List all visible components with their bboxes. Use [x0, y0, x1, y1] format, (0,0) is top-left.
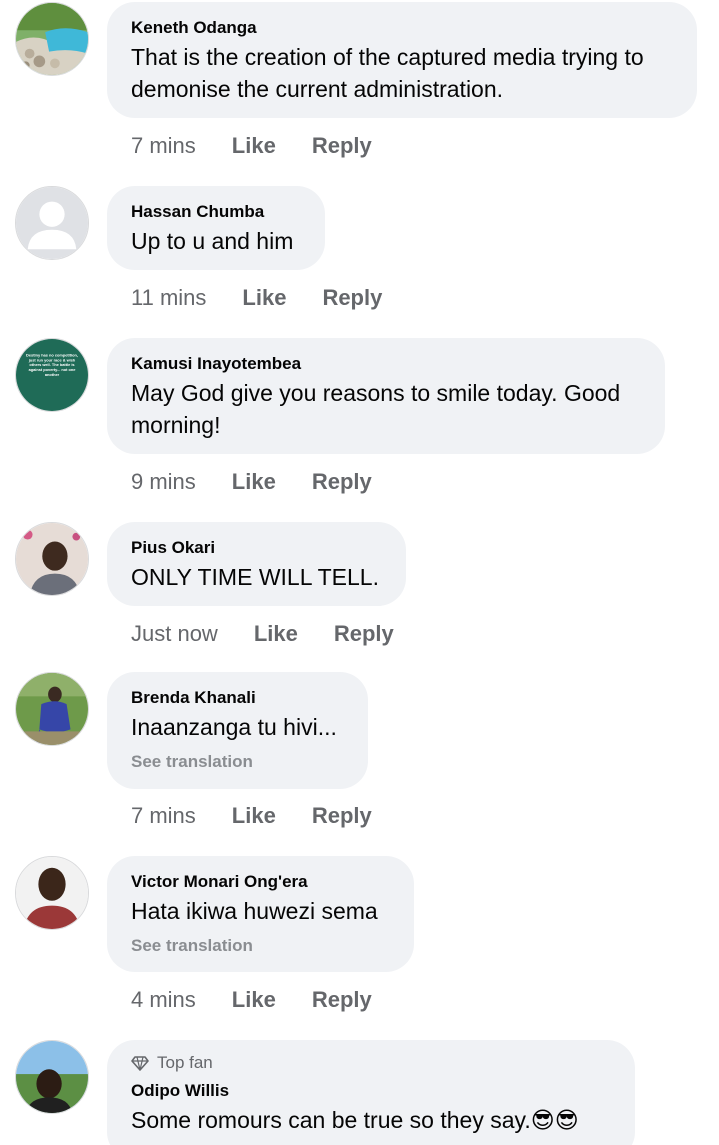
comment-author[interactable]: Odipo Willis: [131, 1080, 611, 1102]
comment-bubble: Victor Monari Ong'era Hata ikiwa huwezi …: [107, 856, 414, 972]
like-button[interactable]: Like: [232, 986, 276, 1014]
like-button[interactable]: Like: [232, 132, 276, 160]
comment-bubble: Kamusi Inayotembea May God give you reas…: [107, 338, 665, 454]
comment-time[interactable]: 4 mins: [131, 986, 196, 1014]
comment-bubble: Top fan Odipo Willis Some romours can be…: [107, 1040, 635, 1145]
comment-text: Some romours can be true so they say.😎😎: [131, 1104, 611, 1137]
comment-actions: 9 mins Like Reply: [131, 468, 372, 496]
top-fan-label: Top fan: [157, 1053, 213, 1072]
avatar[interactable]: Destiny has no competition, just run you…: [15, 338, 89, 412]
see-translation-link[interactable]: See translation: [131, 935, 390, 957]
comment-actions: 7 mins Like Reply: [131, 132, 372, 160]
avatar[interactable]: [15, 186, 89, 260]
reply-button[interactable]: Reply: [312, 468, 372, 496]
sunglasses-emoji: 😎😎: [530, 1108, 579, 1134]
comment-time[interactable]: 7 mins: [131, 802, 196, 830]
comment-time[interactable]: 7 mins: [131, 132, 196, 160]
comment-text: Up to u and him: [131, 228, 294, 254]
comment-text: ONLY TIME WILL TELL.: [131, 564, 379, 590]
comment-author[interactable]: Keneth Odanga: [131, 17, 673, 39]
comment-actions: 7 mins Like Reply: [131, 802, 372, 830]
avatar[interactable]: [15, 856, 89, 930]
comment-text: Hata ikiwa huwezi sema: [131, 898, 378, 924]
like-button[interactable]: Like: [254, 620, 298, 648]
reply-button[interactable]: Reply: [312, 986, 372, 1014]
reply-button[interactable]: Reply: [312, 132, 372, 160]
avatar[interactable]: [15, 1040, 89, 1114]
comment-actions: 4 mins Like Reply: [131, 986, 372, 1014]
profile-photo-avatar-icon: [16, 673, 88, 745]
diamond-icon: [131, 1056, 149, 1071]
avatar[interactable]: [15, 522, 89, 596]
like-button[interactable]: Like: [232, 468, 276, 496]
comment-bubble: Keneth Odanga That is the creation of th…: [107, 2, 697, 118]
see-translation-link[interactable]: See translation: [131, 751, 344, 773]
like-button[interactable]: Like: [232, 802, 276, 830]
comment-author[interactable]: Victor Monari Ong'era: [131, 871, 390, 893]
avatar[interactable]: [15, 672, 89, 746]
reply-button[interactable]: Reply: [334, 620, 394, 648]
comment-bubble: Hassan Chumba Up to u and him: [107, 186, 325, 270]
comment-text: May God give you reasons to smile today.…: [131, 380, 621, 438]
landscape-photo-avatar-icon: [16, 3, 88, 75]
comment-bubble: Brenda Khanali Inaanzanga tu hivi... See…: [107, 672, 368, 789]
profile-photo-avatar-icon: [16, 857, 88, 929]
comment-time[interactable]: 11 mins: [131, 284, 206, 312]
comment-bubble: Pius Okari ONLY TIME WILL TELL.: [107, 522, 406, 606]
reply-button[interactable]: Reply: [312, 802, 372, 830]
comment-author[interactable]: Hassan Chumba: [131, 201, 301, 223]
reply-button[interactable]: Reply: [322, 284, 382, 312]
avatar-quote-text: Destiny has no competition, just run you…: [26, 352, 78, 377]
profile-photo-avatar-icon: [16, 523, 88, 595]
comment-time[interactable]: 9 mins: [131, 468, 196, 496]
comment-author[interactable]: Kamusi Inayotembea: [131, 353, 641, 375]
comment-author[interactable]: Pius Okari: [131, 537, 382, 559]
comment-author[interactable]: Brenda Khanali: [131, 687, 344, 709]
top-fan-badge: Top fan: [131, 1052, 611, 1074]
profile-photo-avatar-icon: [16, 1041, 88, 1113]
comment-time[interactable]: Just now: [131, 620, 218, 648]
avatar[interactable]: [15, 2, 89, 76]
like-button[interactable]: Like: [242, 284, 286, 312]
quote-image-avatar-icon: Destiny has no competition, just run you…: [16, 339, 88, 411]
comment-actions: 11 mins Like Reply: [131, 284, 382, 312]
comment-text-body: Some romours can be true so they say.: [131, 1107, 531, 1133]
comment-actions: Just now Like Reply: [131, 620, 394, 648]
comment-text: That is the creation of the captured med…: [131, 44, 644, 102]
default-profile-avatar-icon: [16, 187, 88, 259]
comment-text: Inaanzanga tu hivi...: [131, 714, 337, 740]
